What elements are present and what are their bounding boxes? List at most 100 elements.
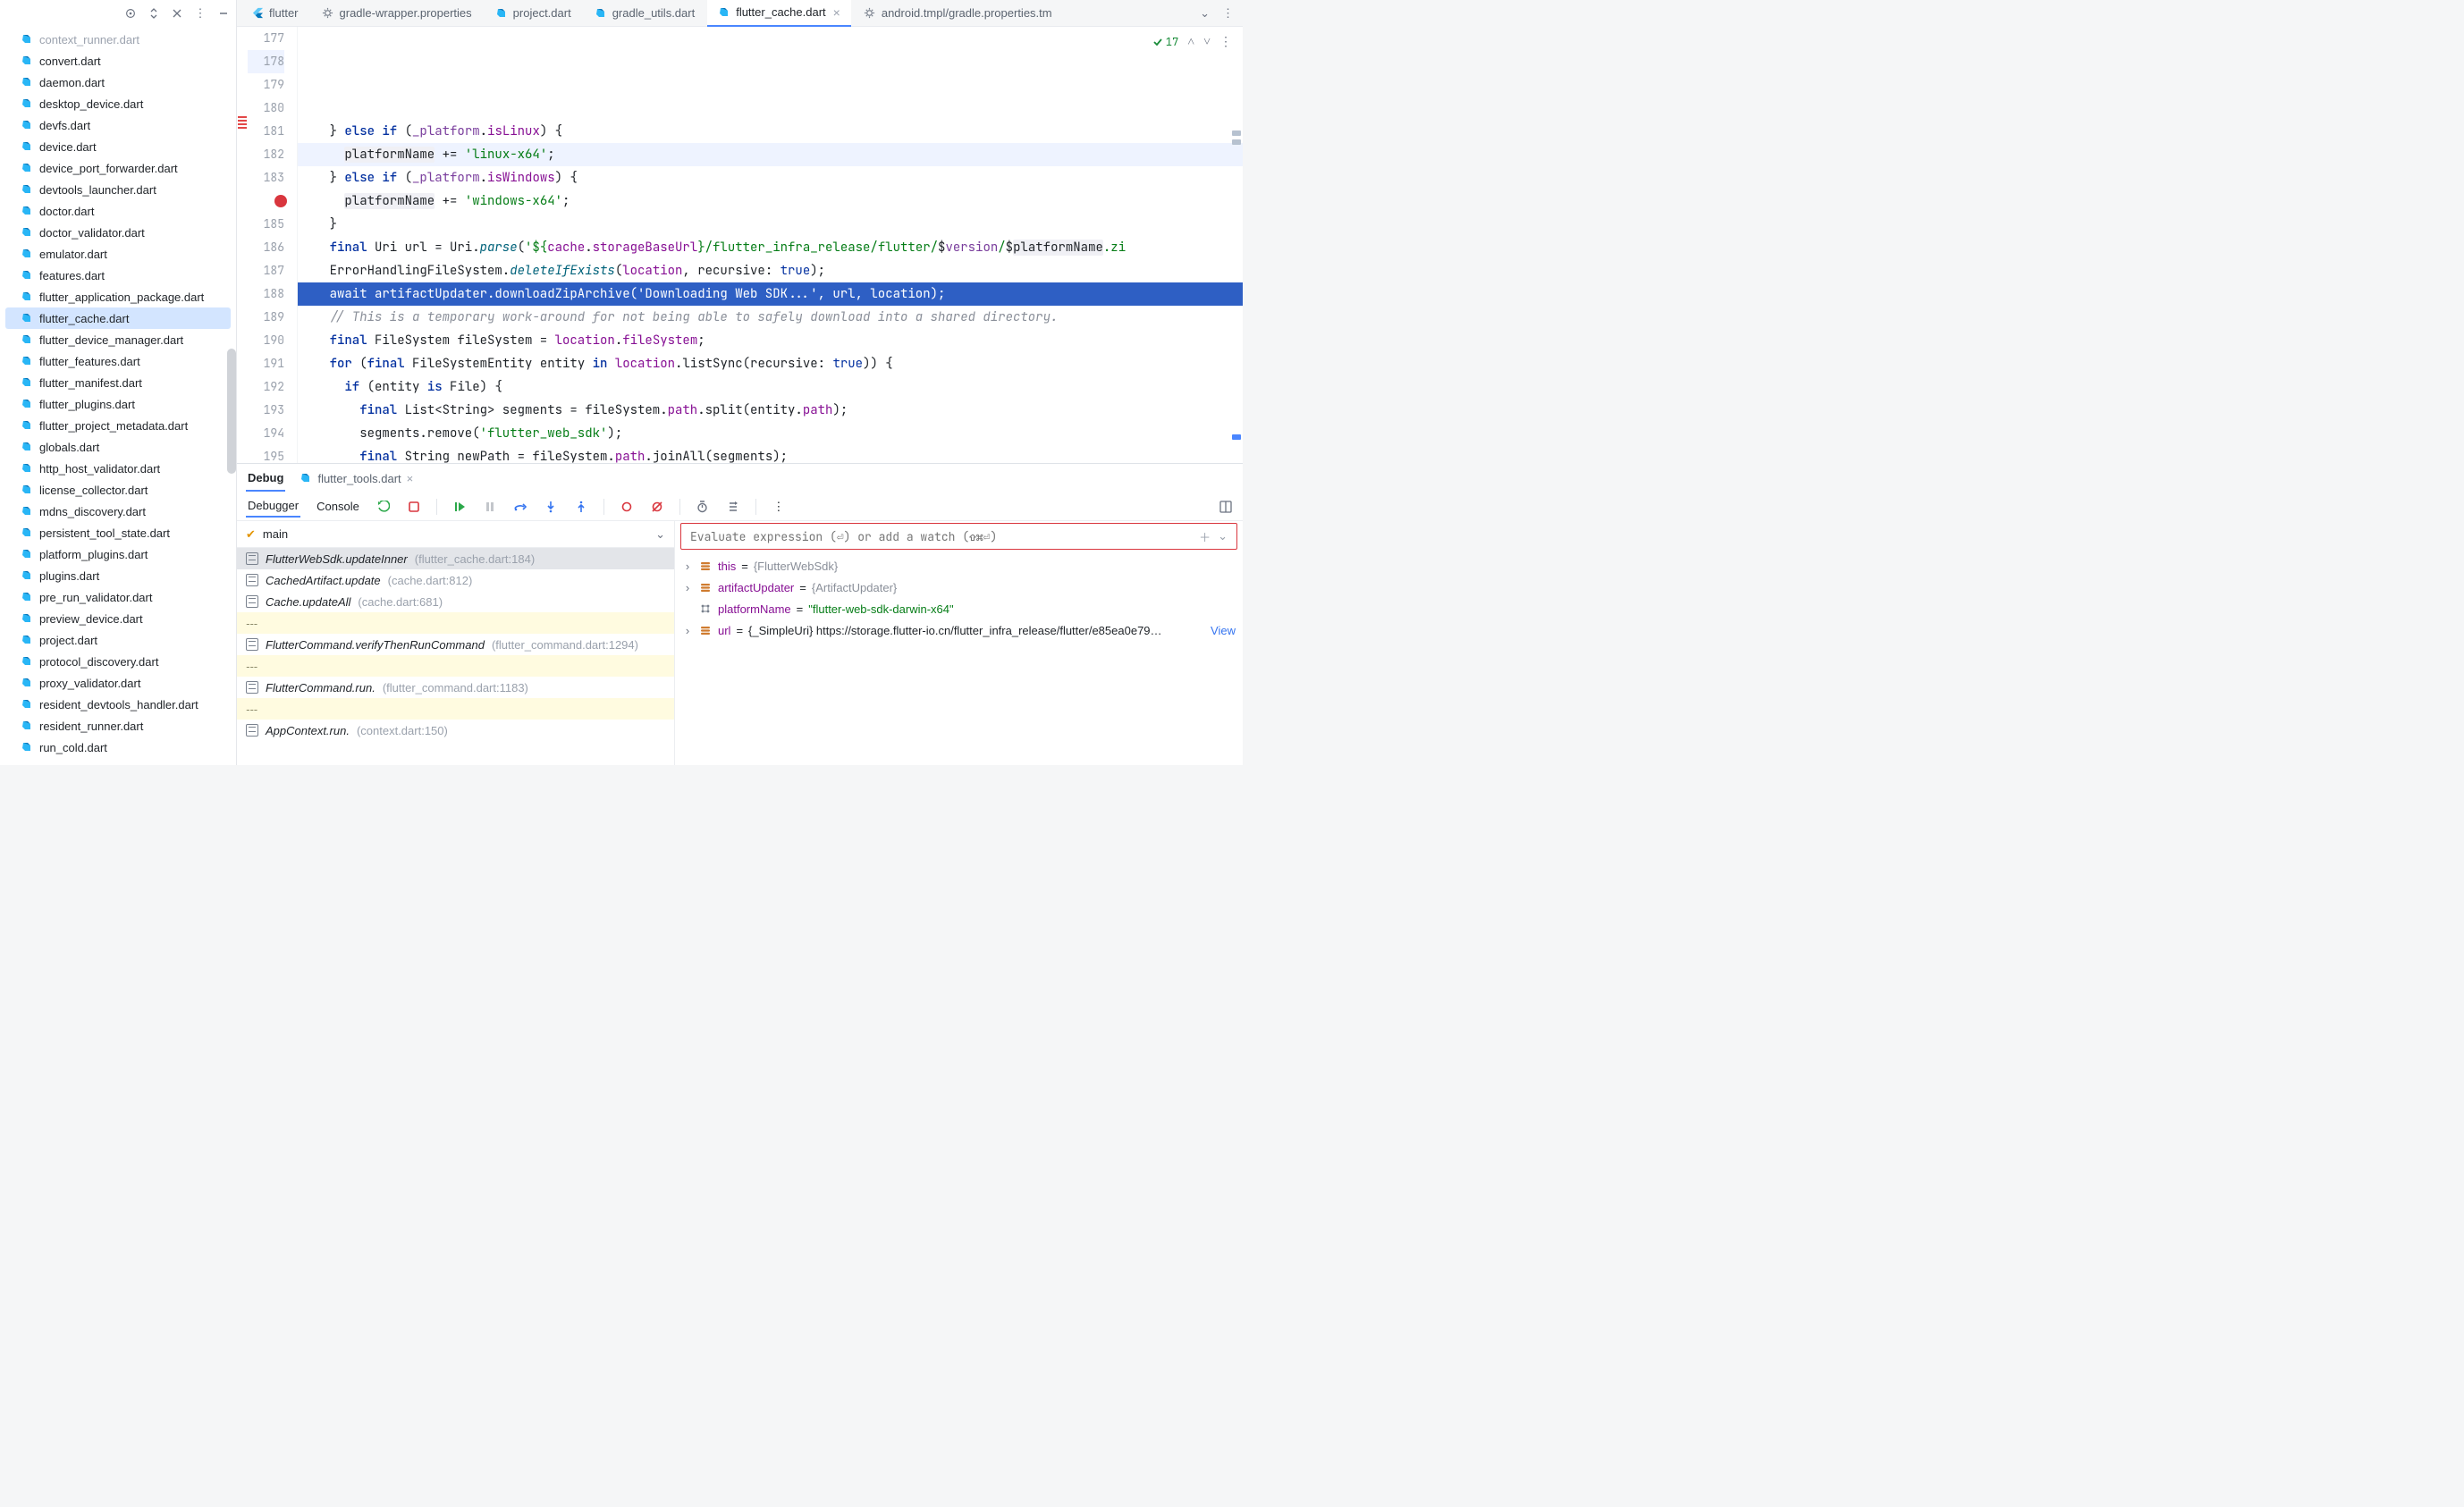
editor-tab[interactable]: flutter xyxy=(240,0,309,27)
file-item[interactable]: flutter_cache.dart xyxy=(5,307,231,329)
file-item[interactable]: proxy_validator.dart xyxy=(0,672,236,694)
eval-dropdown-icon[interactable]: ⌄ xyxy=(1218,529,1228,543)
variable-row[interactable]: ›this = {FlutterWebSdk} xyxy=(682,555,1236,577)
editor-tab[interactable]: flutter_cache.dart× xyxy=(707,0,851,27)
file-item[interactable]: pre_run_validator.dart xyxy=(0,586,236,608)
stack-frame[interactable]: FlutterCommand.run. (flutter_command.dar… xyxy=(237,677,674,698)
file-item[interactable]: features.dart xyxy=(0,265,236,286)
file-item[interactable]: globals.dart xyxy=(0,436,236,458)
file-item[interactable]: project.dart xyxy=(0,629,236,651)
dart-file-icon xyxy=(20,97,34,111)
resume-icon[interactable] xyxy=(451,499,468,515)
stack-frame[interactable]: FlutterWebSdk.updateInner (flutter_cache… xyxy=(237,548,674,569)
file-item[interactable]: persistent_tool_state.dart xyxy=(0,522,236,543)
file-item[interactable]: resident_devtools_handler.dart xyxy=(0,694,236,715)
file-item[interactable]: plugins.dart xyxy=(0,565,236,586)
code-area[interactable]: 17 ˄ ˅ ⋮ } else if (_platform.isLinux) {… xyxy=(298,27,1243,463)
minimize-icon[interactable] xyxy=(216,6,231,21)
editor-tab[interactable]: gradle_utils.dart xyxy=(584,0,706,27)
variable-row[interactable]: platformName = "flutter-web-sdk-darwin-x… xyxy=(682,598,1236,619)
settings-icon[interactable] xyxy=(725,499,741,515)
file-item[interactable]: desktop_device.dart xyxy=(0,93,236,114)
inspection-badge[interactable]: 17 xyxy=(1152,30,1178,54)
file-item[interactable]: flutter_device_manager.dart xyxy=(0,329,236,350)
tab-overflow-icon[interactable]: ⌄ xyxy=(1200,6,1210,21)
thread-selector[interactable]: ✔ main ⌄ xyxy=(237,521,674,548)
step-over-icon[interactable] xyxy=(512,499,528,515)
view-link[interactable]: View xyxy=(1211,624,1236,637)
file-item[interactable]: device.dart xyxy=(0,136,236,157)
tab-more-icon[interactable]: ⋮ xyxy=(1222,6,1234,21)
sidebar-scrollbar-thumb[interactable] xyxy=(227,349,236,474)
evaluate-expression-bar[interactable]: ＋ ⌄ xyxy=(680,523,1237,550)
file-item[interactable]: convert.dart xyxy=(0,50,236,72)
file-item[interactable]: license_collector.dart xyxy=(0,479,236,501)
debugger-subtab[interactable]: Debugger xyxy=(246,495,300,518)
file-item[interactable]: mdns_discovery.dart xyxy=(0,501,236,522)
expand-icon[interactable]: › xyxy=(682,624,693,637)
file-item[interactable]: device_port_forwarder.dart xyxy=(0,157,236,179)
editor-tab[interactable]: gradle-wrapper.properties xyxy=(311,0,483,27)
file-item[interactable]: preview_device.dart xyxy=(0,608,236,629)
stack-frame[interactable]: Cache.updateAll (cache.dart:681) xyxy=(237,591,674,612)
file-item[interactable]: doctor.dart xyxy=(0,200,236,222)
stack-frame[interactable]: AppContext.run. (context.dart:150) xyxy=(237,720,674,741)
expand-collapse-icon[interactable] xyxy=(147,6,161,21)
step-out-icon[interactable] xyxy=(573,499,589,515)
file-item[interactable]: flutter_project_metadata.dart xyxy=(0,415,236,436)
dart-file-icon xyxy=(20,311,34,325)
stack-frames[interactable]: FlutterWebSdk.updateInner (flutter_cache… xyxy=(237,548,674,765)
code-editor[interactable]: 1771781791801811821831851861871881891901… xyxy=(237,27,1243,463)
file-item[interactable]: doctor_validator.dart xyxy=(0,222,236,243)
rerun-icon[interactable] xyxy=(376,499,392,515)
layout-icon[interactable] xyxy=(1218,499,1234,515)
file-item[interactable]: context_runner.dart xyxy=(0,29,236,50)
close-session-icon[interactable]: × xyxy=(407,472,414,485)
pause-icon[interactable] xyxy=(482,499,498,515)
thread-dropdown-icon[interactable]: ⌄ xyxy=(655,527,665,542)
console-subtab[interactable]: Console xyxy=(315,496,361,517)
file-item[interactable]: flutter_manifest.dart xyxy=(0,372,236,393)
prev-highlight-icon[interactable]: ˄ xyxy=(1187,30,1194,54)
editor-gutter[interactable]: 1771781791801811821831851861871881891901… xyxy=(248,27,298,463)
debug-session-tab[interactable]: flutter_tools.dart × xyxy=(300,472,413,485)
debug-tab[interactable]: Debug xyxy=(246,466,285,492)
stop-icon[interactable] xyxy=(406,499,422,515)
editor-tab[interactable]: android.tmpl/gradle.properties.tm xyxy=(853,0,1063,27)
add-watch-icon[interactable]: ＋ xyxy=(1199,528,1211,545)
evaluate-input[interactable] xyxy=(690,529,1192,544)
file-item[interactable]: flutter_features.dart xyxy=(0,350,236,372)
file-item[interactable]: devfs.dart xyxy=(0,114,236,136)
file-item[interactable]: resident_runner.dart xyxy=(0,715,236,737)
more-icon[interactable]: ⋮ xyxy=(193,6,207,21)
variable-row[interactable]: ›url = {_SimpleUri} https://storage.flut… xyxy=(682,619,1236,641)
timer-icon[interactable] xyxy=(695,499,711,515)
file-item[interactable]: platform_plugins.dart xyxy=(0,543,236,565)
stack-frame[interactable]: CachedArtifact.update (cache.dart:812) xyxy=(237,569,674,591)
editor-tab[interactable]: project.dart xyxy=(485,0,582,27)
stack-frame[interactable]: FlutterCommand.verifyThenRunCommand (flu… xyxy=(237,634,674,655)
view-breakpoints-icon[interactable] xyxy=(619,499,635,515)
file-list[interactable]: context_runner.dartconvert.dartdaemon.da… xyxy=(0,27,236,765)
toolbar-more-icon[interactable]: ⋮ xyxy=(771,499,787,515)
file-item[interactable]: flutter_application_package.dart xyxy=(0,286,236,307)
next-highlight-icon[interactable]: ˅ xyxy=(1203,30,1211,54)
locate-icon[interactable] xyxy=(123,6,138,21)
variable-row[interactable]: ›artifactUpdater = {ArtifactUpdater} xyxy=(682,577,1236,598)
step-into-icon[interactable] xyxy=(543,499,559,515)
close-tab-icon[interactable]: × xyxy=(833,5,840,20)
file-item[interactable]: run_cold.dart xyxy=(0,737,236,758)
file-item[interactable]: protocol_discovery.dart xyxy=(0,651,236,672)
breakpoint-icon[interactable] xyxy=(274,195,287,207)
file-item[interactable]: flutter_plugins.dart xyxy=(0,393,236,415)
file-item[interactable]: devtools_launcher.dart xyxy=(0,179,236,200)
variables-list[interactable]: ›this = {FlutterWebSdk}›artifactUpdater … xyxy=(675,553,1243,643)
file-item[interactable]: http_host_validator.dart xyxy=(0,458,236,479)
expand-icon[interactable]: › xyxy=(682,560,693,573)
file-item[interactable]: emulator.dart xyxy=(0,243,236,265)
expand-icon[interactable]: › xyxy=(682,581,693,594)
hide-icon[interactable] xyxy=(170,6,184,21)
mute-breakpoints-icon[interactable] xyxy=(649,499,665,515)
editor-minimap[interactable] xyxy=(1230,32,1241,458)
file-item[interactable]: daemon.dart xyxy=(0,72,236,93)
